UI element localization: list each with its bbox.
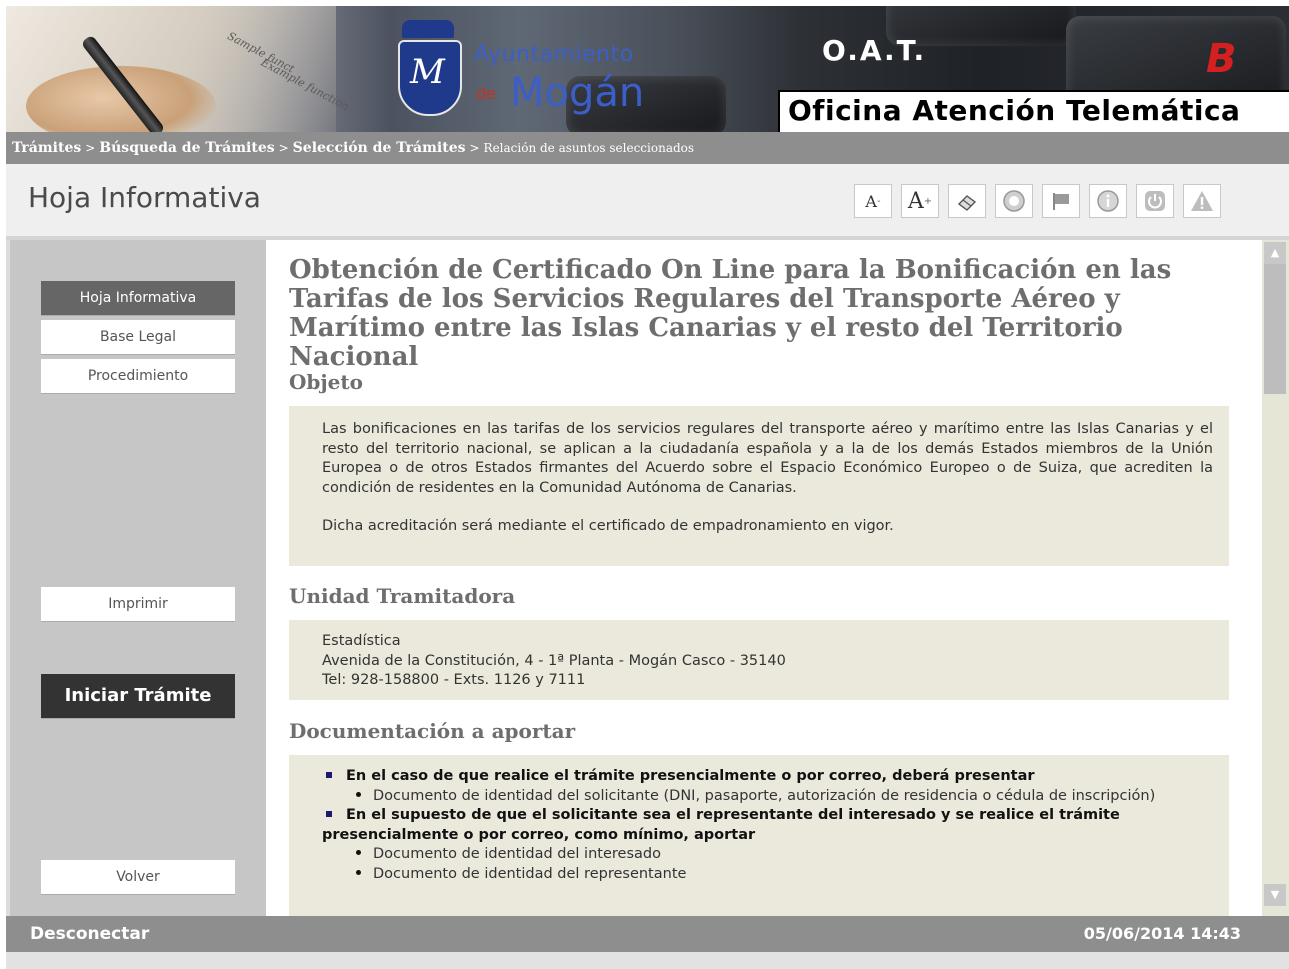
decrease-font-button[interactable]: A- xyxy=(854,184,892,218)
scroll-down-arrow-icon[interactable]: ▼ xyxy=(1264,884,1286,906)
coat-of-arms-logo: M xyxy=(398,40,462,116)
org-name-prefix: de xyxy=(476,84,496,103)
objeto-paragraph: Las bonificaciones en las tarifas de los… xyxy=(322,421,1213,496)
flag-button[interactable] xyxy=(1042,184,1080,218)
breadcrumb-separator: > xyxy=(85,141,96,155)
header-banner: Sample funct Example function B M Ayunta… xyxy=(6,6,1289,132)
page-header: Hoja Informativa A- A + xyxy=(6,164,1289,240)
procedure-title: Obtención de Certificado On Line para la… xyxy=(289,255,1172,372)
breadcrumb-item-tramites[interactable]: Trámites xyxy=(12,140,81,156)
unidad-box: Estadística Avenida de la Constitución, … xyxy=(289,620,1229,700)
square-bullet-icon xyxy=(326,810,332,817)
warning-button[interactable] xyxy=(1183,184,1221,218)
unidad-name: Estadística xyxy=(322,633,401,649)
breadcrumb-current: Relación de asuntos seleccionados xyxy=(483,141,695,155)
disconnect-link[interactable]: Desconectar xyxy=(30,916,149,952)
increase-font-sup: + xyxy=(923,195,933,207)
documentacion-box: En el caso de que realice el trámite pre… xyxy=(289,755,1229,916)
decrease-font-sup: - xyxy=(876,195,881,207)
signature-tool-button[interactable] xyxy=(948,184,986,218)
doc-group-1-title: En el caso de que realice el trámite pre… xyxy=(322,767,1213,787)
start-procedure-button[interactable]: Iniciar Trámite xyxy=(41,674,235,718)
square-bullet-icon xyxy=(326,771,332,778)
section-heading-objeto: Objeto xyxy=(289,370,363,394)
info-icon xyxy=(1097,190,1119,212)
doc-group-1-item: Documento de identidad del solicitante (… xyxy=(322,787,1213,807)
objeto-box: Las bonificaciones en las tarifas de los… xyxy=(289,406,1229,566)
org-name-line1: Ayuntamiento xyxy=(474,42,634,67)
tab-base-legal[interactable]: Base Legal xyxy=(41,320,235,354)
scrollbar-thumb[interactable] xyxy=(1264,264,1286,394)
coat-of-arms-crown xyxy=(402,20,454,38)
bullet-icon xyxy=(356,869,361,875)
ort-logo-text: O.A.T. xyxy=(822,34,927,67)
circle-arrow-icon xyxy=(1003,190,1025,212)
office-title: Oficina Atención Telemática xyxy=(788,94,1241,127)
bottom-strip xyxy=(6,952,1289,969)
toolbar: A- A + xyxy=(854,184,1221,218)
org-name-line2: Mogán xyxy=(510,70,645,116)
doc-group-2-title: En el supuesto de que el solicitante sea… xyxy=(322,807,1120,843)
breadcrumb-item-seleccion[interactable]: Selección de Trámites xyxy=(293,140,466,156)
office-title-box: Oficina Atención Telemática xyxy=(778,90,1289,132)
section-heading-documentacion: Documentación a aportar xyxy=(289,719,576,743)
info-button[interactable] xyxy=(1089,184,1127,218)
objeto-paragraph-2: Dicha acreditación será mediante el cert… xyxy=(322,518,894,535)
scroll-up-arrow-icon[interactable]: ▲ xyxy=(1264,242,1286,264)
page-title: Hoja Informativa xyxy=(28,181,261,214)
breadcrumb-item-busqueda[interactable]: Búsqueda de Trámites xyxy=(99,140,274,156)
increase-font-button[interactable]: A + xyxy=(901,184,939,218)
signature-icon xyxy=(957,195,977,211)
power-icon xyxy=(1145,191,1165,211)
bullet-icon xyxy=(356,850,361,856)
home-button[interactable] xyxy=(995,184,1033,218)
content-scrollbar[interactable]: ▲ ▼ xyxy=(1262,240,1289,916)
increase-font-label: A xyxy=(907,188,924,214)
bullet-icon xyxy=(356,791,361,797)
breadcrumb-separator: > xyxy=(469,141,480,155)
doc-group-2-item: Documento de identidad del representante xyxy=(322,865,1213,885)
tab-procedimiento[interactable]: Procedimiento xyxy=(41,359,235,393)
power-button[interactable] xyxy=(1136,184,1174,218)
decrease-font-label: A xyxy=(865,191,877,211)
main-content: Obtención de Certificado On Line para la… xyxy=(266,240,1260,916)
flag-icon xyxy=(1053,193,1069,210)
section-heading-unidad: Unidad Tramitadora xyxy=(289,584,516,608)
breadcrumb-separator: > xyxy=(278,141,289,155)
breadcrumb: Trámites > Búsqueda de Trámites > Selección … xyxy=(6,132,1289,164)
tab-hoja-informativa[interactable]: Hoja Informativa xyxy=(41,281,235,315)
unidad-address: Avenida de la Constitución, 4 - 1ª Plant… xyxy=(322,652,786,669)
warning-icon xyxy=(1191,191,1213,211)
unidad-phone: Tel: 928-158800 - Exts. 1126 y 7111 xyxy=(322,672,586,689)
print-button[interactable]: Imprimir xyxy=(41,587,235,621)
sidebar: Hoja Informativa Base Legal Procedimient… xyxy=(6,240,266,916)
footer-datetime: 05/06/2014 14:43 xyxy=(1083,924,1241,943)
back-button[interactable]: Volver xyxy=(41,860,235,894)
footer-bar: Desconectar 05/06/2014 14:43 xyxy=(6,916,1289,952)
doc-group-2-item: Documento de identidad del interesado xyxy=(322,845,1213,865)
